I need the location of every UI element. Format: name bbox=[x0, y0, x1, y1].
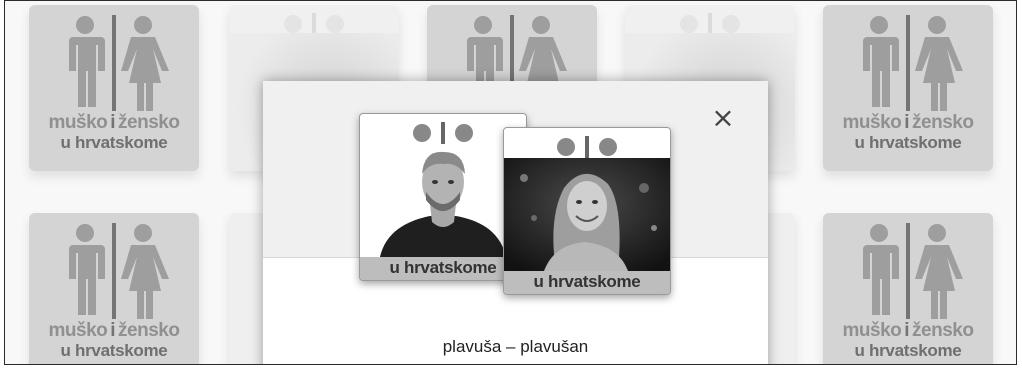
card-footer: u hrvatskome bbox=[504, 271, 670, 294]
card-footer: u hrvatskome bbox=[360, 257, 526, 280]
app-frame: muško i žensko u hrvatskome muško i žens… bbox=[4, 0, 1017, 365]
close-icon[interactable]: × bbox=[710, 104, 736, 132]
male-word-card[interactable]: u hrvatskome bbox=[359, 113, 527, 281]
female-portrait-photo bbox=[504, 158, 670, 271]
word-pair-modal: × u hrvatskome u hrvatskome plavuša – pl… bbox=[263, 81, 768, 364]
female-word-card[interactable]: u hrvatskome bbox=[503, 127, 671, 295]
card-hanger-icon bbox=[547, 136, 627, 160]
word-pair-caption: plavuša – plavušan bbox=[442, 337, 589, 356]
card-hanger-icon bbox=[403, 122, 483, 146]
male-portrait-photo bbox=[360, 144, 526, 257]
